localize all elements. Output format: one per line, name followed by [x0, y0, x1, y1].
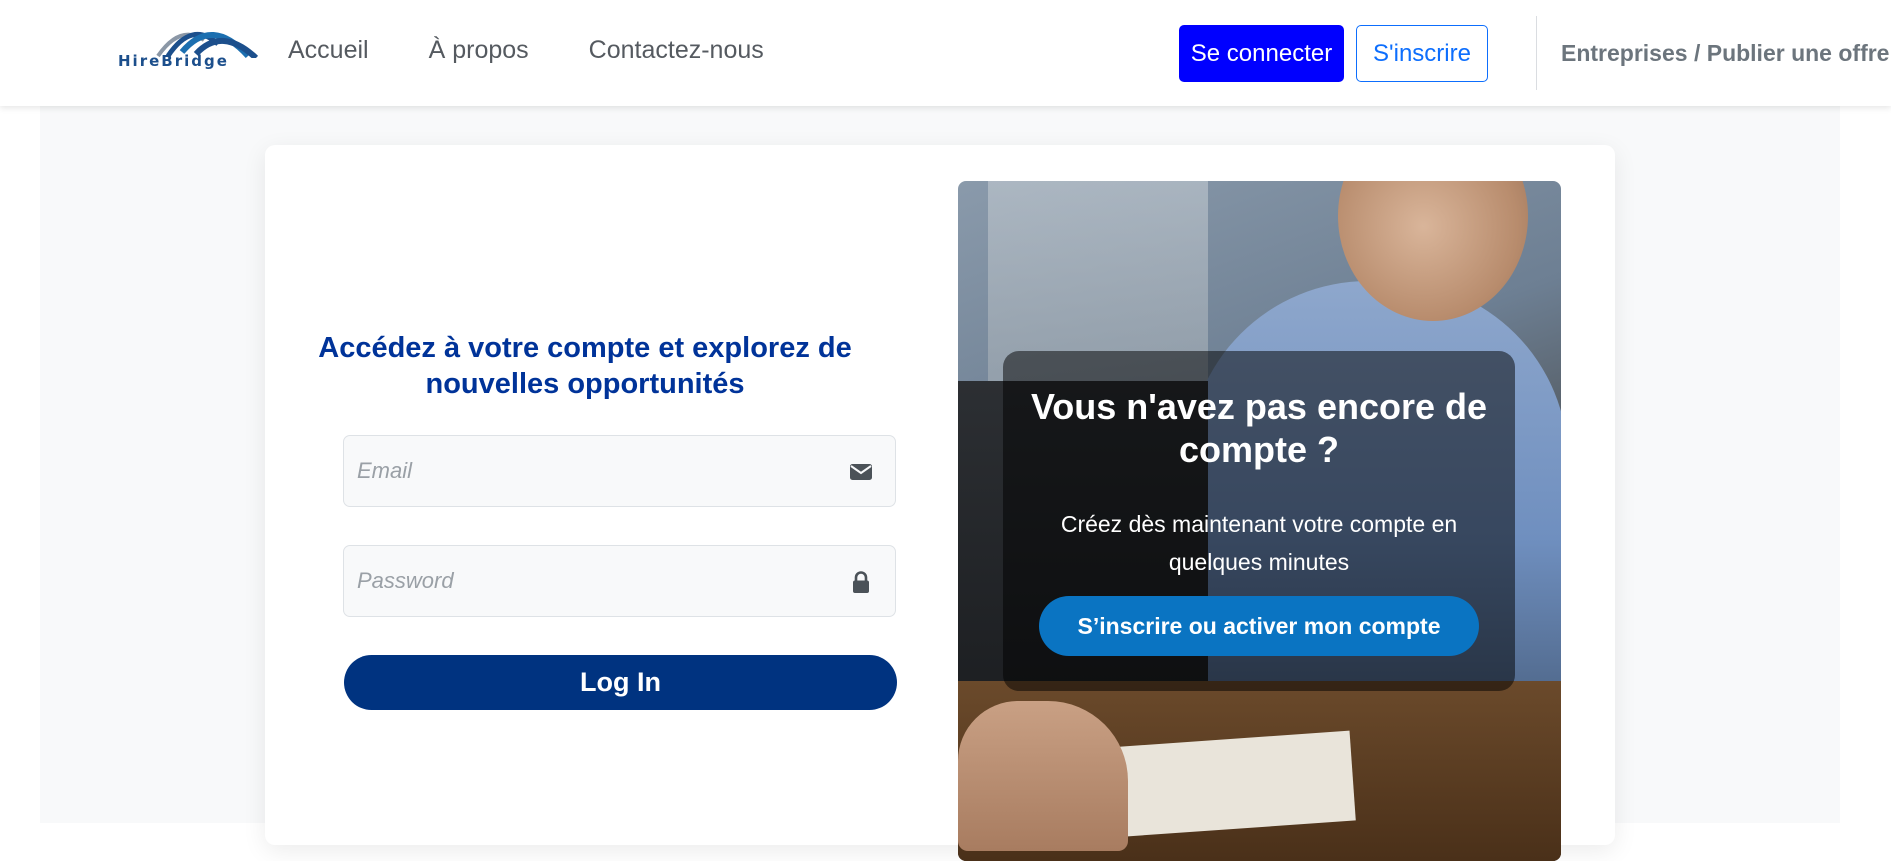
login-submit-button[interactable]: Log In [344, 655, 897, 710]
envelope-icon [850, 464, 872, 480]
login-title: Accédez à votre compte et explorez de no… [318, 332, 852, 400]
logo-text: HireBridge [118, 52, 229, 70]
signup-activate-button[interactable]: S’inscrire ou activer mon compte [1039, 596, 1479, 656]
nav-link-contact[interactable]: Contactez-nous [589, 36, 764, 65]
promo-text: Créez dès maintenant votre compte en que… [1060, 511, 1458, 575]
lock-icon [853, 571, 869, 593]
nav-divider [1536, 16, 1537, 90]
login-card: Accédez à votre compte et explorez de no… [265, 145, 1615, 861]
register-button[interactable]: S'inscrire [1356, 25, 1488, 82]
signup-promo-panel: Vous n'avez pas encore de compte ? Créez… [1003, 351, 1515, 691]
email-field-wrapper [343, 435, 896, 507]
main-nav: Accueil À propos Contactez-nous [288, 36, 764, 65]
business-post-offer-link[interactable]: Entreprises / Publier une offre [1561, 40, 1889, 67]
login-button[interactable]: Se connecter [1179, 25, 1344, 82]
email-input[interactable] [344, 436, 895, 506]
nav-link-accueil[interactable]: Accueil [288, 36, 369, 65]
password-field-wrapper [343, 545, 896, 617]
promo-title: Vous n'avez pas encore de compte ? [1030, 386, 1488, 470]
nav-link-a-propos[interactable]: À propos [429, 36, 529, 65]
hirebridge-logo[interactable]: HireBridge [116, 22, 261, 72]
navbar: HireBridge Accueil À propos Contactez-no… [0, 0, 1891, 106]
password-input[interactable] [344, 546, 895, 616]
office-photo: Vous n'avez pas encore de compte ? Créez… [958, 181, 1561, 861]
